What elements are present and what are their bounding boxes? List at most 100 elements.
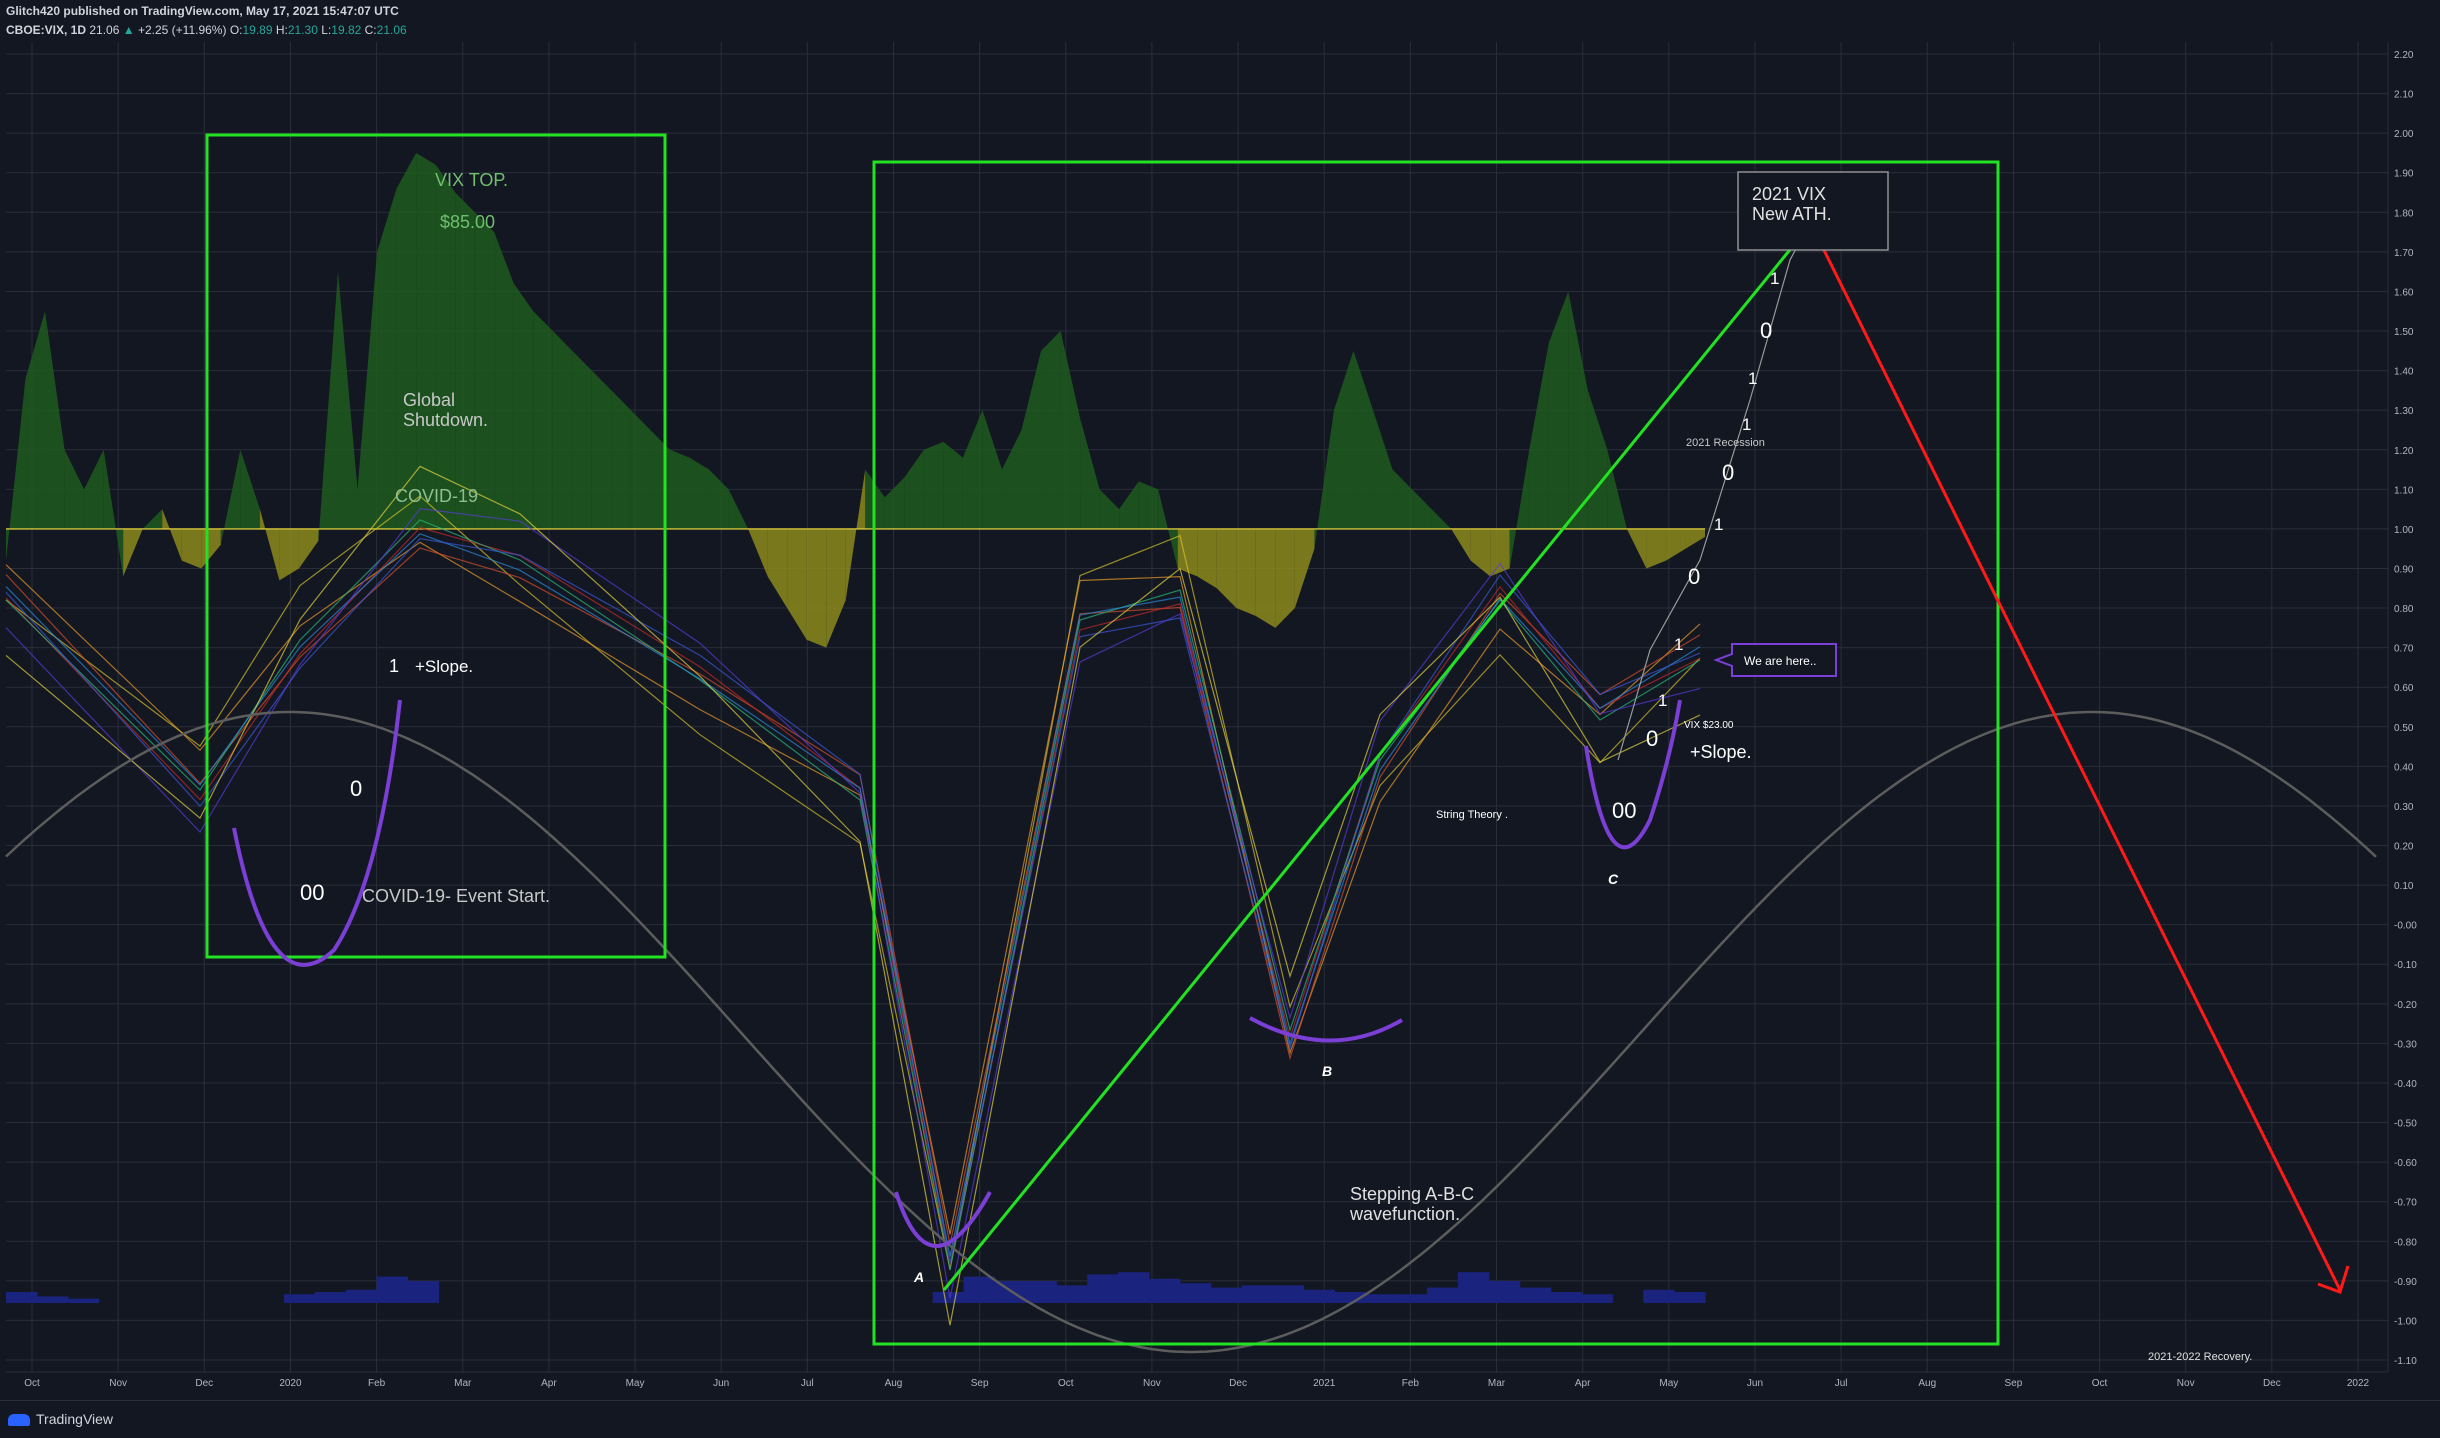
y-tick-label: 0.70 [2394, 644, 2414, 655]
annotation-label: 0 [1646, 726, 1658, 751]
y-tick-label: 0.90 [2394, 564, 2414, 575]
x-tick-label: Dec [2263, 1378, 2281, 1389]
oscillator-segment [572, 350, 592, 529]
tradingview-cloud-icon [8, 1414, 30, 1427]
annotation-label: 0 [1722, 460, 1734, 485]
plot-area[interactable] [6, 42, 2388, 1372]
annotation-label: 2021-2022 Recovery. [2148, 1351, 2252, 1363]
annotation-label: Stepping A-B-C [1350, 1184, 1474, 1204]
x-tick-label: 2022 [2347, 1378, 2370, 1389]
annotation-label: 1 [1674, 635, 1683, 654]
y-tick-label: -0.10 [2394, 960, 2417, 971]
volume-bar [1148, 1278, 1181, 1303]
footer-bar: TradingView [0, 1400, 2440, 1438]
y-tick-label: 0.40 [2394, 762, 2414, 773]
x-tick-label: Oct [1058, 1378, 1074, 1389]
volume-bar [1365, 1294, 1397, 1303]
volume-bar [932, 1292, 965, 1303]
y-tick-label: 1.80 [2394, 208, 2414, 219]
x-tick-label: Nov [2177, 1378, 2195, 1389]
annotation-label: 0 [1760, 318, 1772, 343]
y-tick-label: 2.00 [2394, 129, 2414, 140]
x-tick-label: May [1659, 1378, 1678, 1389]
volume-bar [1241, 1285, 1274, 1303]
y-tick-label: -0.30 [2394, 1039, 2417, 1050]
volume-bar [1426, 1287, 1459, 1303]
oscillator-segment [455, 192, 475, 529]
x-tick-label: Jun [713, 1378, 729, 1389]
x-tick-label: Aug [1918, 1378, 1936, 1389]
chart-canvas[interactable]: VIX TOP. $85.00 GlobalShutdown. COVID-19 1 +S… [0, 0, 2440, 1400]
annotation-label: COVID-19- Event Start. [362, 886, 550, 906]
x-tick-label: Jun [1747, 1378, 1763, 1389]
x-tick-label: Nov [109, 1378, 127, 1389]
x-tick-label: Dec [195, 1378, 213, 1389]
x-tick-label: Mar [454, 1378, 472, 1389]
x-tick-label: Apr [1575, 1378, 1591, 1389]
y-tick-label: 1.90 [2394, 169, 2414, 180]
y-tick-label: 1.10 [2394, 485, 2414, 496]
y-tick-label: -0.70 [2394, 1198, 2417, 1209]
annotation-label: A [913, 1269, 924, 1285]
annotation-label: +Slope. [1690, 742, 1752, 762]
oscillator-segment [494, 232, 514, 529]
annotation-label: 1 [1742, 415, 1751, 434]
annotation-label: New ATH. [1752, 204, 1832, 224]
x-tick-label: Sep [2005, 1378, 2023, 1389]
y-tick-label: 1.40 [2394, 367, 2414, 378]
y-tick-label: -0.50 [2394, 1119, 2417, 1130]
volume-bar [67, 1298, 100, 1303]
y-tick-label: 2.20 [2394, 50, 2414, 61]
y-tick-label: 1.70 [2394, 248, 2414, 259]
x-tick-label: Jul [1835, 1378, 1848, 1389]
x-tick-label: 2021 [1313, 1378, 1336, 1389]
volume-bar [1118, 1272, 1150, 1303]
annotation-label: Shutdown. [403, 410, 488, 430]
oscillator-segment [533, 311, 553, 529]
annotation-label: 00 [300, 880, 324, 905]
oscillator-segment [591, 370, 612, 529]
oscillator-segment [1236, 528, 1256, 616]
y-tick-label: 1.20 [2394, 446, 2414, 457]
y-tick-label: 0.10 [2394, 881, 2414, 892]
volume-bar [1550, 1292, 1583, 1303]
x-tick-label: Oct [24, 1378, 40, 1389]
annotation-label: 0 [350, 776, 362, 801]
y-tick-label: 0.30 [2394, 802, 2414, 813]
oscillator-segment [1255, 528, 1276, 628]
y-tick-label: 1.60 [2394, 287, 2414, 298]
volume-bar [1303, 1289, 1335, 1303]
y-tick-label: 0.80 [2394, 604, 2414, 615]
volume-bar [1643, 1289, 1675, 1303]
volume-bar [963, 1276, 996, 1303]
brand-text: TradingView [36, 1411, 114, 1427]
volume-bar [407, 1281, 440, 1303]
annotation-label: 1 [1770, 269, 1779, 288]
oscillator-segment [923, 441, 944, 529]
x-tick-label: Feb [1402, 1378, 1420, 1389]
annotation-label: We are here.. [1744, 654, 1816, 668]
tradingview-logo[interactable]: TradingView [8, 1411, 113, 1427]
annotation-label: 1 [389, 656, 399, 676]
price-axis[interactable]: 2.20 2.10 2.00 1.90 1.80 1.70 1.60 1.50 1.40 1.30… [2387, 42, 2417, 1372]
y-tick-label: 1.00 [2394, 525, 2414, 536]
x-tick-label: Nov [1143, 1378, 1161, 1389]
y-tick-label: -1.10 [2394, 1356, 2417, 1367]
y-tick-label: -0.00 [2394, 921, 2417, 932]
volume-bar [1457, 1272, 1490, 1303]
annotation-label: B [1322, 1063, 1332, 1079]
annotation-label: VIX TOP. [435, 170, 508, 190]
annotation-label: 1 [1714, 515, 1723, 534]
annotation-label: 2021 Recession [1686, 437, 1765, 449]
time-axis[interactable]: Oct Nov Dec 2020 Feb Mar Apr May Jun Jul Aug Sep Oct… [6, 1371, 2388, 1389]
oscillator-segment [474, 212, 495, 529]
volume-bar [345, 1289, 378, 1303]
x-tick-label: 2020 [279, 1378, 302, 1389]
x-tick-label: Jul [801, 1378, 814, 1389]
oscillator-segment [552, 331, 573, 529]
oscillator-segment [1041, 331, 1061, 529]
annotation-label: Global [403, 390, 455, 410]
x-tick-label: Dec [1229, 1378, 1247, 1389]
y-tick-label: -0.20 [2394, 1000, 2417, 1011]
x-tick-label: Aug [885, 1378, 903, 1389]
